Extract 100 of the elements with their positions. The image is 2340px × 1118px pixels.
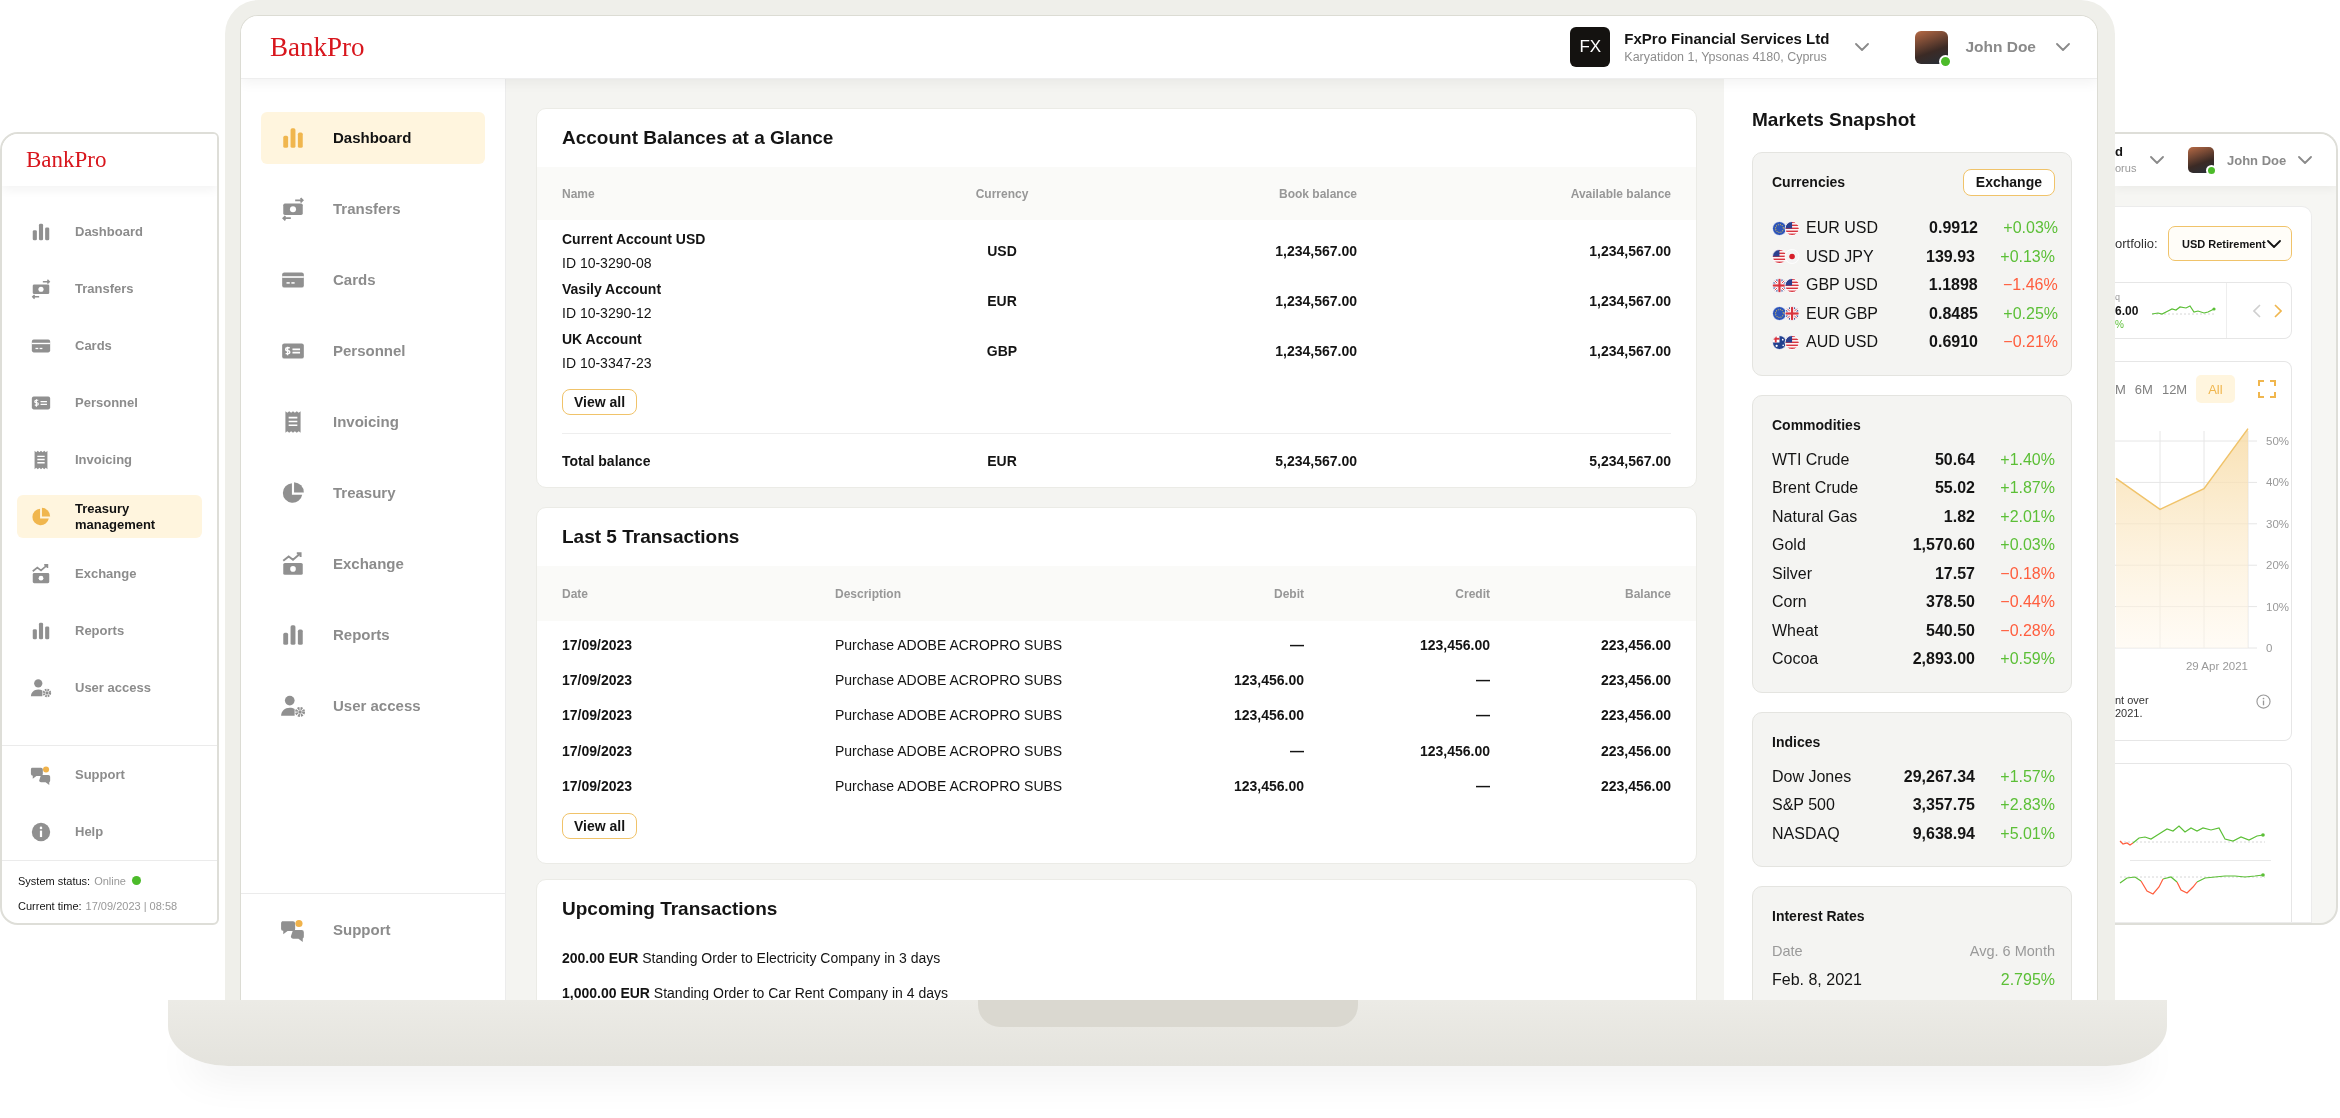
cash-growth-icon	[280, 550, 306, 577]
chevron-left-icon[interactable]	[2253, 303, 2261, 318]
table-cell-text: Total balance	[562, 452, 652, 469]
market-change: −0.44%	[1999, 593, 2055, 612]
market-value: 17.57	[1933, 564, 1975, 583]
nav-item[interactable]: Exchange	[261, 537, 485, 590]
market-change: +0.59%	[1999, 650, 2055, 669]
market-value: 50.64	[1933, 450, 1975, 469]
company-address: orus	[2115, 161, 2138, 176]
portfolio-dropdown[interactable]: USD Retirement	[2168, 226, 2292, 261]
nav-item[interactable]: Dashboard	[17, 210, 202, 253]
nav-item[interactable]: Reports	[261, 608, 485, 661]
table-cell-text: —	[1475, 707, 1490, 724]
exchange-button[interactable]: Exchange	[1962, 168, 2055, 196]
nav-item[interactable]: Help	[17, 810, 202, 853]
axis-label: 30%	[2266, 517, 2290, 530]
market-change: +0.13%	[1999, 247, 2055, 266]
range-tab[interactable]: All	[2196, 375, 2235, 403]
expand-icon[interactable]	[2257, 380, 2276, 398]
card-title: Indices	[1772, 733, 1821, 750]
table-cell-text: 1,234,567.00	[1588, 293, 1671, 309]
card-title: Interest Rates	[1772, 908, 1865, 924]
nav-item[interactable]: Cards	[261, 253, 485, 306]
us-jp-flags-icon	[1772, 249, 1800, 265]
axis-label: 20%	[2266, 559, 2290, 572]
view-all-button[interactable]: View all	[562, 813, 638, 840]
nav-item[interactable]: Invoicing	[17, 438, 202, 481]
chevron-down-icon[interactable]	[2056, 43, 2070, 51]
range-tab[interactable]: 12M	[2161, 375, 2188, 403]
nav-item[interactable]: Personnel	[261, 324, 485, 377]
nav-item[interactable]: Invoicing	[261, 395, 485, 448]
nav-item[interactable]: Treasury	[261, 466, 485, 519]
market-name: EUR USD	[1806, 219, 1878, 238]
company-address: Karyatidon 1, Ypsonas 4180, Cyprus	[1624, 50, 1828, 64]
note-text: 2021.	[2115, 707, 2144, 720]
company-name: d	[2115, 144, 2124, 160]
market-value: 1.82	[1942, 507, 1975, 526]
market-name: GBP USD	[1806, 276, 1878, 295]
market-value: 1,570.60	[1911, 536, 1975, 555]
market-name: USD JPY	[1806, 247, 1874, 266]
portfolio-label: ortfolio:	[2115, 236, 2158, 251]
account-id: ID 10-3290-08	[562, 254, 653, 273]
range-tab[interactable]: M	[2115, 375, 2126, 403]
table-cell-text: EUR	[986, 293, 1018, 309]
table-cell-text: 5,234,567.00	[1588, 452, 1671, 469]
nav-item[interactable]: Support	[261, 903, 485, 956]
nav-item[interactable]: Treasury management	[17, 495, 202, 538]
market-name: Silver	[1772, 564, 1813, 583]
axis-label: 0	[2266, 642, 2273, 654]
company-badge: FX	[1570, 27, 1611, 67]
range-tab[interactable]: 6M	[2134, 375, 2153, 403]
view-all-button[interactable]: View all	[562, 389, 638, 415]
table-cell-text: 223,456.00	[1599, 742, 1671, 759]
nav-item[interactable]: User access	[17, 666, 202, 709]
market-name: EUR GBP	[1806, 304, 1878, 323]
table-cell-text: USD	[986, 243, 1018, 259]
chevron-right-icon[interactable]	[2274, 303, 2282, 318]
ticker-symbol: q	[2115, 290, 2121, 304]
nav-item[interactable]: Personnel	[17, 381, 202, 424]
market-value: 378.50	[1925, 593, 1975, 612]
column-header: Balance	[1623, 586, 1671, 601]
table-cell-text: 17/09/2023	[562, 671, 634, 688]
user-name: John Doe	[2227, 152, 2287, 168]
nav-item[interactable]: Transfers	[261, 182, 485, 235]
table-cell-text: 1,234,567.00	[1588, 243, 1671, 259]
status-value: Online	[94, 874, 126, 887]
au-us-flags-icon	[1772, 334, 1800, 350]
market-name: WTI Crude	[1772, 450, 1851, 469]
market-name: AUD USD	[1806, 333, 1878, 352]
nav-item[interactable]: Exchange	[17, 552, 202, 595]
market-change: +5.01%	[1999, 824, 2055, 843]
table-cell-text: 123,456.00	[1418, 742, 1490, 759]
nav-item[interactable]: Transfers	[17, 267, 202, 310]
market-value: 0.9912	[1928, 219, 1978, 238]
nav-item[interactable]: Reports	[17, 609, 202, 652]
upcoming-transaction: 1,000.00 EUR Standing Order to Car Rent Company in 4 days	[562, 985, 948, 1000]
nav-item[interactable]: Cards	[17, 324, 202, 367]
table-cell-text: —	[1289, 636, 1304, 653]
market-name: NASDAQ	[1772, 824, 1841, 843]
market-value: 3,357.75	[1911, 796, 1975, 815]
brand-logo: BankPro	[270, 31, 365, 63]
account-id: ID 10-3347-23	[562, 354, 653, 373]
market-name: Corn	[1772, 593, 1808, 612]
card-title: Last 5 Transactions	[562, 526, 740, 548]
market-change: −0.21%	[2002, 333, 2058, 352]
nav-item[interactable]: Support	[17, 753, 202, 796]
nav-item[interactable]: User access	[261, 679, 485, 732]
column-header: Avg. 6 Month	[1969, 943, 2055, 960]
market-name: Wheat	[1772, 621, 1820, 640]
table-cell-text: EUR	[986, 452, 1018, 469]
nav-item[interactable]: Dashboard	[261, 111, 485, 164]
time-label: Current time:	[18, 899, 82, 912]
market-change: +1.40%	[1999, 450, 2055, 469]
table-cell-text: 5,234,567.00	[1274, 452, 1357, 469]
table-cell-text: 1,234,567.00	[1274, 293, 1357, 309]
avatar-photo	[1915, 30, 1949, 64]
table-cell-text: GBP	[985, 343, 1019, 359]
axis-label: 40%	[2266, 476, 2290, 489]
table-cell-text: Purchase ADOBE ACROPRO SUBS	[835, 671, 1064, 688]
chevron-down-icon[interactable]	[1855, 43, 1870, 51]
